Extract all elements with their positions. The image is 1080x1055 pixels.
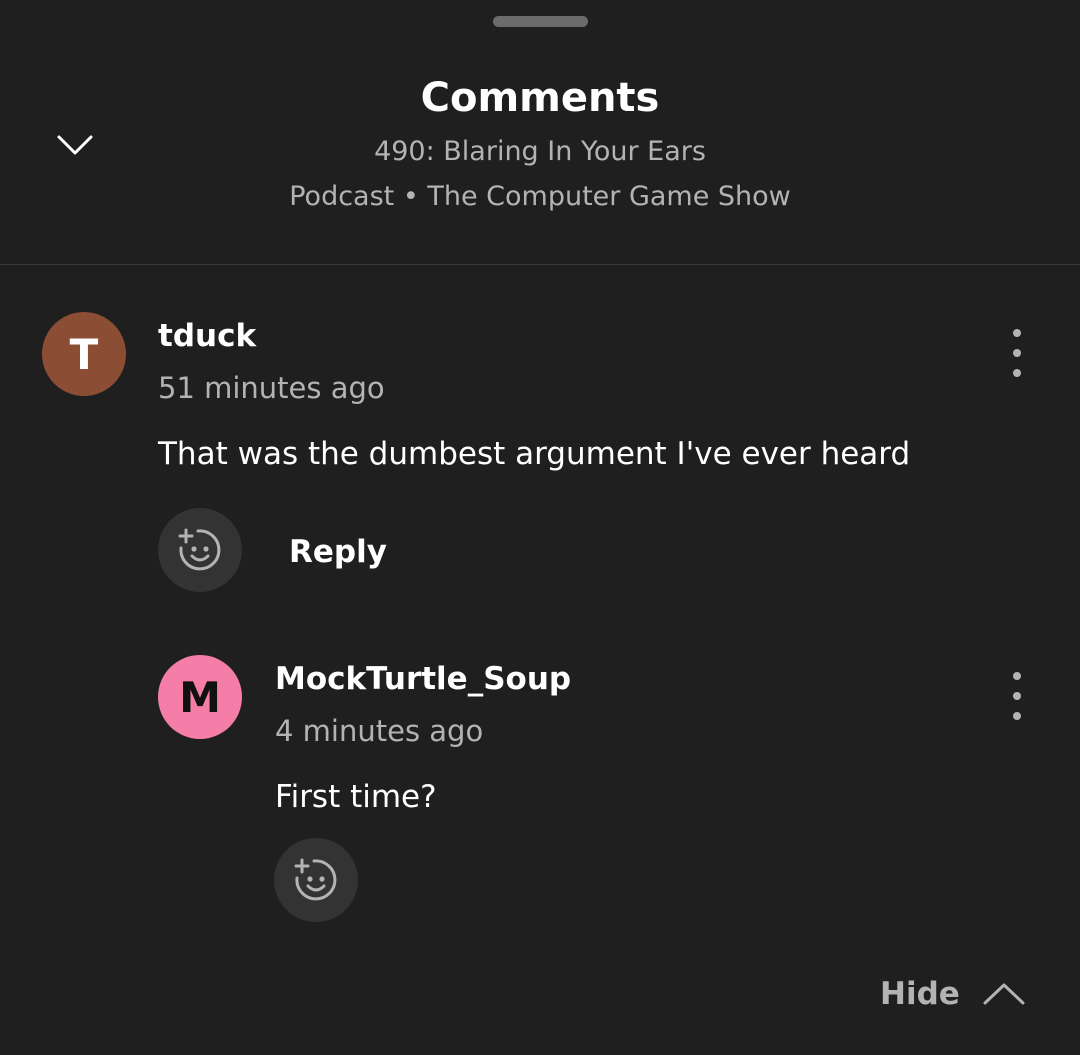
avatar[interactable]: T <box>42 312 126 396</box>
comment-text: First time? <box>275 779 437 815</box>
comment-more-button[interactable] <box>997 666 1037 726</box>
avatar[interactable]: M <box>158 655 242 739</box>
more-vertical-icon <box>1013 672 1021 680</box>
add-reaction-button[interactable] <box>158 508 242 592</box>
more-vertical-icon <box>1013 329 1021 337</box>
drag-handle[interactable] <box>493 16 588 27</box>
hide-replies-button[interactable]: Hide <box>880 972 1026 1016</box>
reply-button[interactable]: Reply <box>289 530 387 574</box>
episode-title: 490: Blaring In Your Ears <box>374 136 706 167</box>
page-title: Comments <box>420 75 660 121</box>
comment-username[interactable]: MockTurtle_Soup <box>275 659 571 699</box>
comment-text: That was the dumbest argument I've ever … <box>158 436 911 472</box>
add-reaction-button[interactable] <box>274 838 358 922</box>
comment-timestamp: 51 minutes ago <box>158 371 385 405</box>
add-emoji-icon <box>178 528 221 571</box>
comment-timestamp: 4 minutes ago <box>275 714 484 748</box>
hide-replies-label: Hide <box>880 976 960 1012</box>
header-divider <box>0 264 1080 265</box>
podcast-subtitle: Podcast • The Computer Game Show <box>289 181 791 212</box>
chevron-up-icon <box>983 983 1025 1005</box>
comments-sheet: Comments 490: Blaring In Your Ears Podca… <box>0 0 1080 1055</box>
comment-more-button[interactable] <box>997 323 1037 383</box>
add-emoji-icon <box>294 858 337 901</box>
comment-username[interactable]: tduck <box>158 316 256 356</box>
